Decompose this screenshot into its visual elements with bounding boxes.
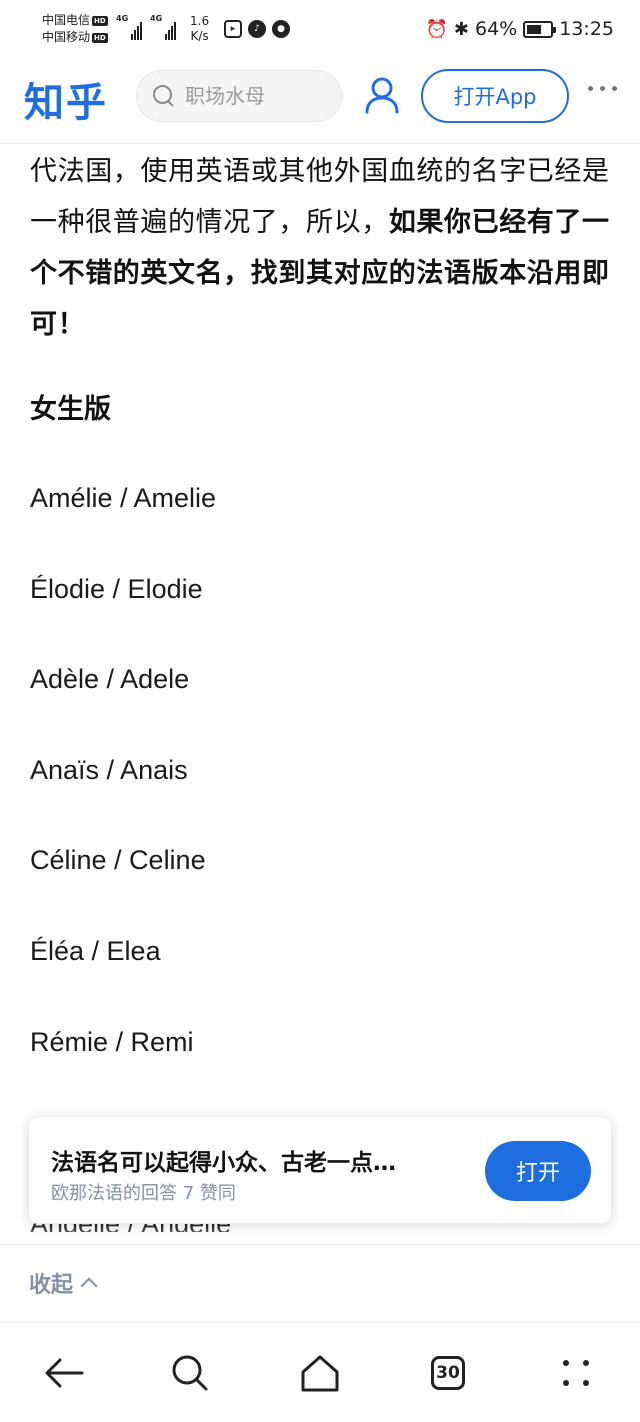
tabs-count: 30 [431,1356,465,1390]
network-speed: 1.6 K/s [190,14,210,43]
answer-content: 代法国，使用英语或其他外国血统的名字已经是一种很普遍的情况了，所以，如果你已经有… [0,146,640,1112]
menu-button[interactable] [552,1349,600,1397]
section-heading: 女生版 [30,394,111,425]
search-nav-button[interactable] [166,1349,214,1397]
zhihu-logo[interactable]: 知乎 [24,70,108,128]
notification-icons: ▸ ♪ ● [224,20,290,38]
list-item: Éléa / Elea [30,935,161,966]
list-item: Amélie / Amelie [30,483,217,513]
battery-icon [523,20,557,38]
search-box[interactable] [136,70,342,122]
alarm-icon: ⏰ [425,18,448,40]
music-icon: ♪ [248,20,266,38]
back-arrow-icon [45,1358,84,1388]
bilibili-icon: ▸ [224,20,242,38]
open-app-button[interactable]: 打开App [421,69,569,123]
collapse-bar: 收起 [0,1244,640,1322]
carrier-info: 中国电信 HD 中国移动 HD [42,13,108,44]
card-meta: 欧那法语的回答 7 赞同 [51,1183,236,1204]
card-open-button[interactable]: 打开 [485,1141,591,1201]
wechat-icon: ● [272,20,290,38]
name-list: Amélie / Amelie Élodie / Elodie Adèle / … [30,478,612,1112]
chevron-up-icon [80,1277,98,1295]
list-item: Céline / Celine [30,845,206,876]
carrier-1: 中国电信 [42,13,91,27]
search-input[interactable] [185,84,325,108]
search-icon [153,85,175,107]
status-bar: 中国电信 HD 中国移动 HD 4G 4G 1.6 K/s ▸ ♪ ● ⏰ ✱ 64… [0,0,640,62]
related-answer-card[interactable]: 法语名可以起得小众、古老一点… 欧那法语的回答 7 赞同 打开 [28,1116,612,1224]
browser-bottom-nav: 30 [0,1322,640,1422]
card-title[interactable]: 法语名可以起得小众、古老一点… [51,1143,461,1177]
carrier-2: 中国移动 [42,30,91,44]
collapse-button[interactable]: 收起 [29,1267,98,1299]
list-item: Élodie / Elodie [30,573,203,604]
user-icon[interactable] [364,76,400,114]
list-item: Rémie / Remi [30,1026,194,1057]
bluetooth-icon: ✱ [453,18,469,40]
home-button[interactable] [296,1349,344,1397]
clock: 13:25 [559,18,614,40]
battery-fill [527,24,542,34]
tabs-button[interactable]: 30 [424,1349,472,1397]
list-item: Adèle / Adele [30,664,190,695]
menu-dots-icon [563,1360,589,1386]
signal-2-icon: 4G [150,14,177,40]
zhihu-header: 知乎 打开App [0,62,640,144]
home-icon [301,1355,339,1392]
search-nav-icon [172,1355,208,1391]
more-options-icon[interactable] [588,86,617,91]
collapse-label: 收起 [29,1273,74,1298]
list-item: Anaïs / Anais [30,754,188,785]
battery-percent: 64% [475,18,518,40]
article-paragraph: 代法国，使用英语或其他外国血统的名字已经是一种很普遍的情况了，所以，如果你已经有… [30,146,612,350]
signal-1-icon: 4G [116,14,143,40]
status-right: ⏰ ✱ 64% 13:25 [425,18,614,40]
back-button[interactable] [40,1349,88,1397]
